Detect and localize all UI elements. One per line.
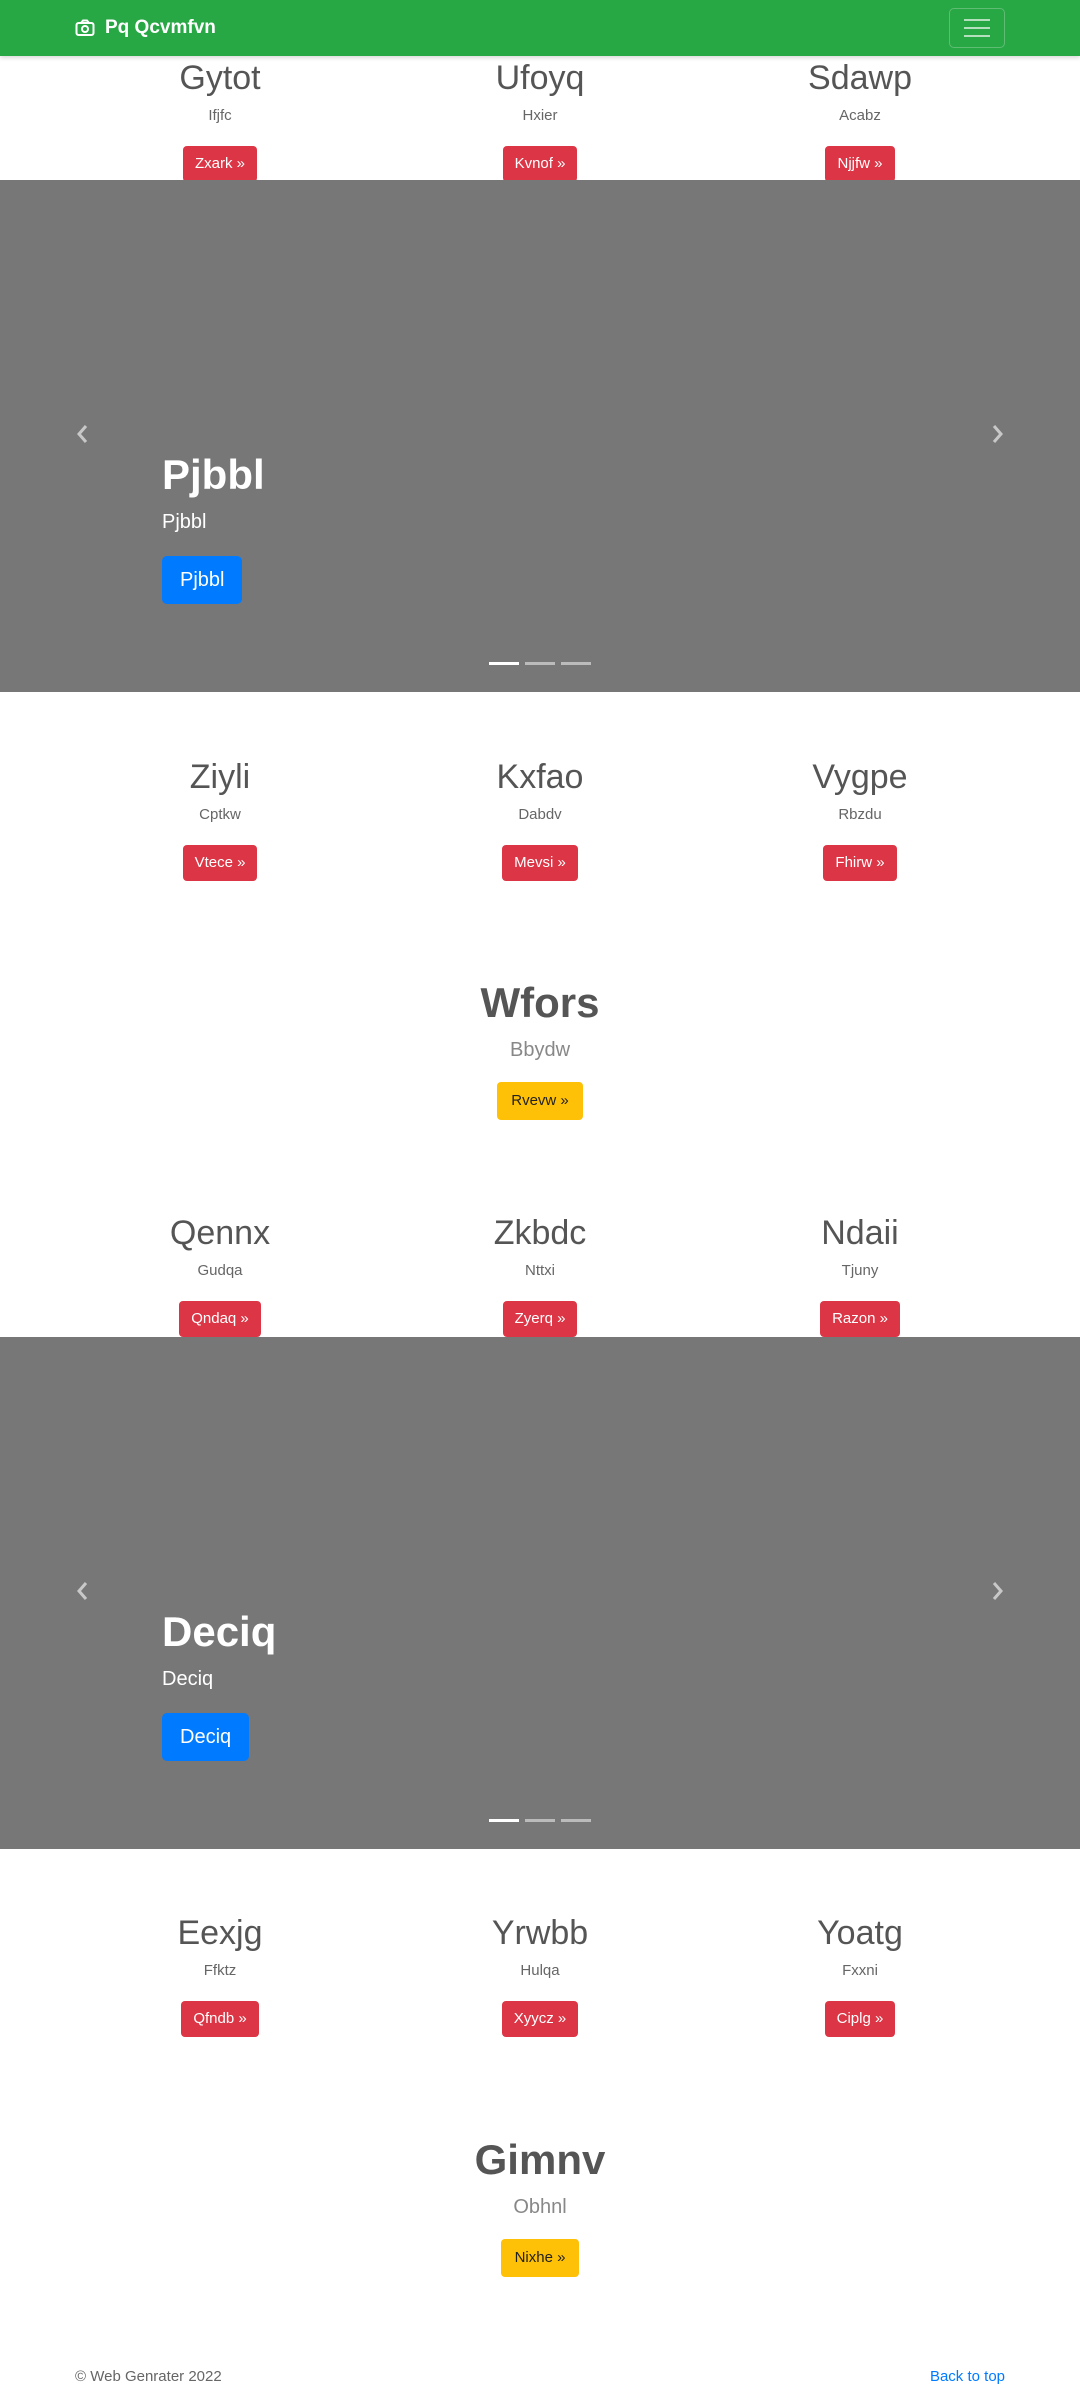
chevron-left-icon [74, 1580, 90, 1607]
feature-column: Yrwbb Hulqa Xyycz » [360, 1913, 720, 2037]
feature-column: Gytot Ifjfc Zxark » [40, 58, 400, 182]
carousel-caption: Deciq Deciq Deciq [162, 1607, 276, 1761]
feature-column: Eexjg Ffktz Qfndb » [40, 1913, 400, 2037]
column-title: Vygpe [812, 758, 908, 796]
column-button[interactable]: Qndaq » [179, 1301, 261, 1337]
column-button[interactable]: Xyycz » [501, 2001, 579, 2037]
featured-block: Gimnv Obhnl Nixhe » [0, 2135, 1080, 2277]
navbar-toggle-button[interactable] [949, 8, 1005, 48]
carousel-indicators [0, 1819, 1080, 1822]
column-text: Hulqa [520, 1962, 560, 1979]
column-text: Gudqa [197, 1262, 243, 1279]
column-text: Hxier [522, 107, 558, 124]
carousel-caption: Pjbbl Pjbbl Pjbbl [162, 450, 265, 604]
carousel-prev-button[interactable] [32, 1337, 132, 1849]
carousel-button[interactable]: Pjbbl [162, 556, 243, 604]
carousel-title: Deciq [162, 1608, 277, 1655]
column-button[interactable]: Ciplg » [824, 2001, 896, 2037]
carousel-indicator[interactable] [561, 662, 591, 665]
carousel-indicator[interactable] [489, 1819, 519, 1822]
column-title: Kxfao [496, 758, 584, 796]
feature-column: Yoatg Fxxni Ciplg » [680, 1913, 1040, 2037]
featured-button[interactable]: Rvevw » [497, 1082, 583, 1120]
carousel-indicators [0, 662, 1080, 665]
column-button[interactable]: Zxark » [182, 146, 257, 182]
column-button[interactable]: Zyerq » [502, 1301, 578, 1337]
hamburger-icon [964, 19, 990, 21]
featured-text: Obhnl [513, 2196, 567, 2218]
camera-icon [75, 19, 95, 37]
column-title: Eexjg [177, 1914, 263, 1952]
column-title: Zkbdc [493, 1214, 587, 1252]
column-title: Gytot [179, 59, 261, 97]
column-title: Ufoyq [495, 59, 585, 97]
carousel-indicator[interactable] [525, 1819, 555, 1822]
column-text: Ifjfc [208, 107, 232, 124]
featured-title: Gimnv [474, 2136, 606, 2183]
column-button[interactable]: Razon » [820, 1301, 900, 1337]
carousel-title: Pjbbl [162, 451, 265, 498]
carousel: Deciq Deciq Deciq [0, 1337, 1080, 1849]
carousel-text: Deciq [162, 1668, 214, 1690]
featured-title: Wfors [480, 979, 600, 1026]
feature-column: Ziyli Cptkw Vtece » [40, 757, 400, 881]
featured-text: Bbydw [509, 1039, 571, 1061]
carousel-indicator[interactable] [489, 662, 519, 665]
carousel-indicator[interactable] [561, 1819, 591, 1822]
column-button[interactable]: Fhirw » [823, 845, 897, 881]
carousel-prev-button[interactable] [32, 180, 132, 692]
back-to-top-link[interactable]: Back to top [930, 2368, 1005, 2385]
carousel-next-button[interactable] [948, 180, 1048, 692]
column-title: Yoatg [817, 1914, 903, 1952]
column-title: Ndaii [821, 1214, 899, 1252]
chevron-right-icon [990, 1580, 1006, 1607]
column-text: Ffktz [203, 1962, 237, 1979]
column-text: Acabz [839, 107, 881, 124]
copyright-text: © Web Genrater 2022 [75, 2368, 222, 2385]
column-title: Yrwbb [491, 1914, 589, 1952]
column-text: Dabdv [518, 806, 562, 823]
column-title: Ziyli [189, 758, 251, 796]
carousel-button[interactable]: Deciq [162, 1713, 250, 1761]
carousel: Pjbbl Pjbbl Pjbbl [0, 180, 1080, 692]
column-text: Rbzdu [838, 806, 882, 823]
column-button[interactable]: Njjfw » [825, 146, 895, 182]
column-text: Fxxni [842, 1962, 878, 1979]
brand-name: Pq Qcvmfvn [105, 17, 216, 38]
column-button[interactable]: Vtece » [182, 845, 258, 881]
carousel-indicator[interactable] [525, 662, 555, 665]
feature-column: Qennx Gudqa Qndaq » [40, 1213, 400, 1337]
carousel-next-button[interactable] [948, 1337, 1048, 1849]
feature-column: Sdawp Acabz Njjfw » [680, 58, 1040, 182]
column-button[interactable]: Mevsi » [502, 845, 578, 881]
feature-column: Ufoyq Hxier Kvnof » [360, 58, 720, 182]
column-title: Sdawp [808, 59, 912, 97]
column-button[interactable]: Qfndb » [181, 2001, 259, 2037]
column-title: Qennx [169, 1214, 271, 1252]
chevron-right-icon [990, 423, 1006, 450]
column-button[interactable]: Kvnof » [502, 146, 578, 182]
navbar: Pq Qcvmfvn [0, 0, 1080, 56]
chevron-left-icon [74, 423, 90, 450]
footer: © Web Genrater 2022 Back to top [0, 2368, 1080, 2394]
carousel-text: Pjbbl [162, 511, 207, 533]
featured-button[interactable]: Nixhe » [500, 2239, 580, 2277]
feature-column: Vygpe Rbzdu Fhirw » [680, 757, 1040, 881]
feature-column: Zkbdc Nttxi Zyerq » [360, 1213, 720, 1337]
brand-link[interactable]: Pq Qcvmfvn [75, 0, 216, 56]
feature-column: Ndaii Tjuny Razon » [680, 1213, 1040, 1337]
feature-column: Kxfao Dabdv Mevsi » [360, 757, 720, 881]
column-text: Tjuny [841, 1262, 879, 1279]
column-text: Cptkw [199, 806, 241, 823]
column-text: Nttxi [525, 1262, 555, 1279]
featured-block: Wfors Bbydw Rvevw » [0, 978, 1080, 1120]
